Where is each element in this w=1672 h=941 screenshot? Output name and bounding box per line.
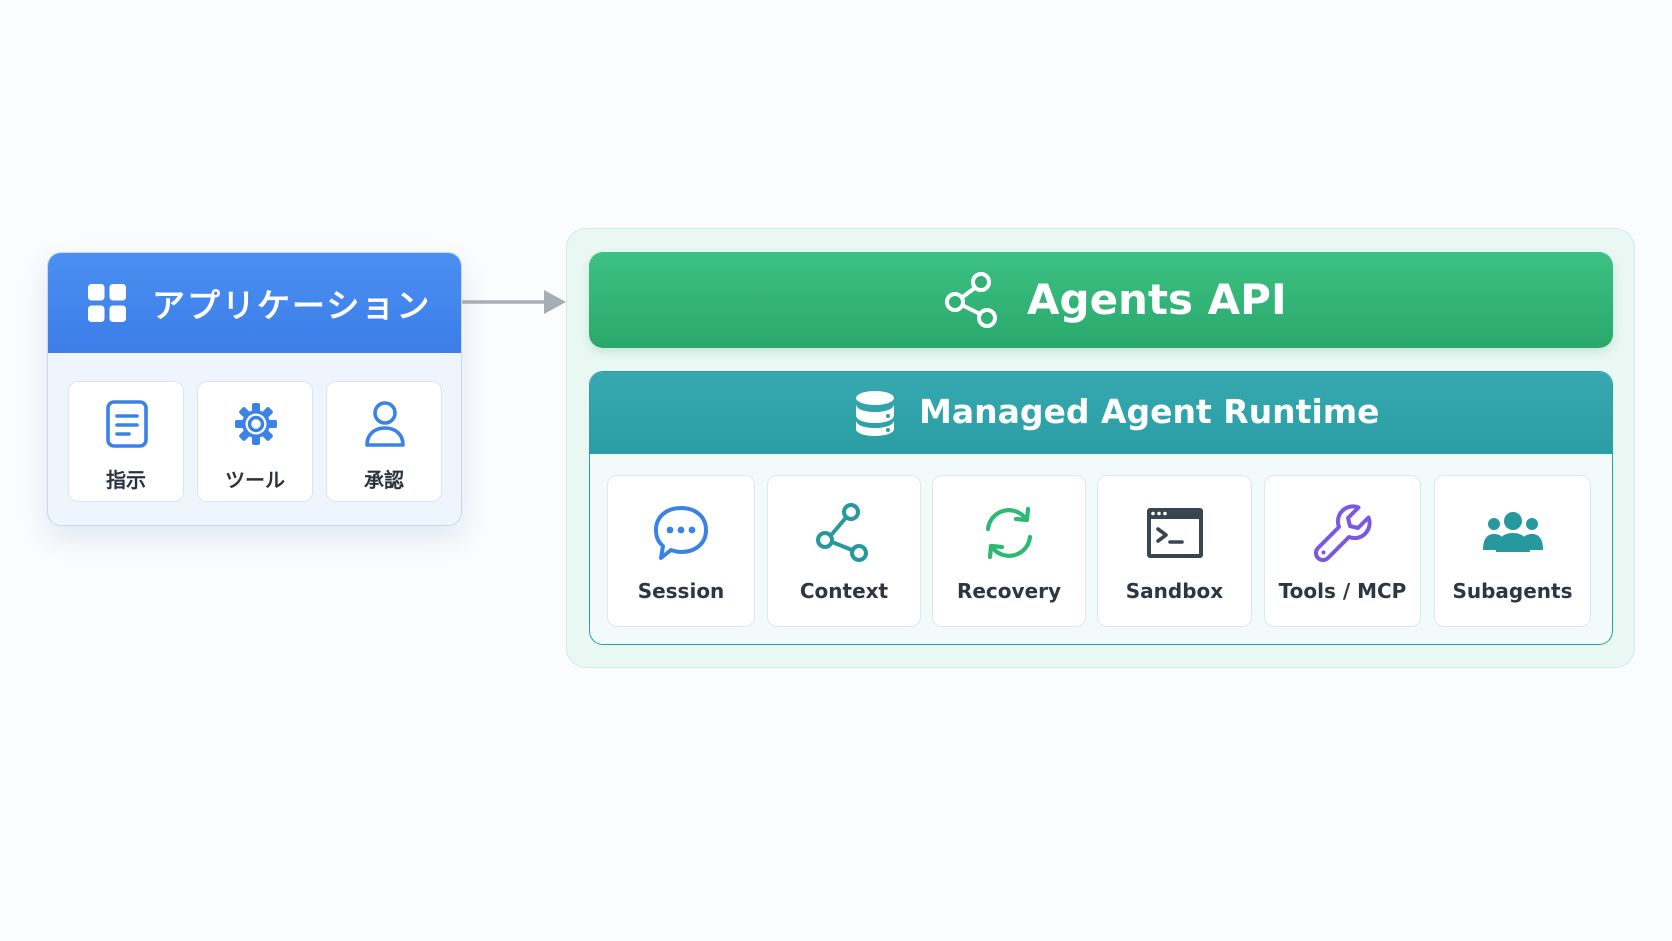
share-icon xyxy=(945,272,997,328)
document-icon xyxy=(106,400,148,448)
application-panel: アプリケーション 指示 ツール 承認 xyxy=(47,252,462,526)
wrench-icon xyxy=(1313,504,1372,563)
sandbox-tile[interactable]: Sandbox xyxy=(1097,475,1252,627)
application-title: アプリケーション xyxy=(152,286,432,325)
approval-tile[interactable]: 承認 xyxy=(326,381,442,502)
application-items: 指示 ツール 承認 xyxy=(68,381,442,502)
recovery-label: Recovery xyxy=(956,579,1062,603)
sandbox-label: Sandbox xyxy=(1125,579,1224,603)
refresh-icon xyxy=(985,506,1033,560)
application-header: アプリケーション xyxy=(48,253,461,353)
session-label: Session xyxy=(637,579,725,603)
instruction-label: 指示 xyxy=(106,468,146,492)
context-tile[interactable]: Context xyxy=(767,475,921,627)
grid-icon xyxy=(88,284,126,322)
instruction-tile[interactable]: 指示 xyxy=(68,381,184,502)
share-nodes-icon xyxy=(816,503,868,562)
tools-mcp-tile[interactable]: Tools / MCP xyxy=(1264,475,1421,627)
terminal-icon xyxy=(1146,508,1203,558)
subagents-label: Subagents xyxy=(1452,579,1573,603)
user-icon xyxy=(365,401,405,447)
users-icon xyxy=(1482,512,1543,552)
session-tile[interactable]: Session xyxy=(607,475,755,627)
tools-mcp-label: Tools / MCP xyxy=(1278,579,1407,603)
database-icon xyxy=(856,391,894,436)
runtime-title: Managed Agent Runtime xyxy=(919,392,1380,431)
chat-bubble-icon xyxy=(654,506,708,560)
agents-api-title: Agents API xyxy=(1027,275,1287,324)
gear-icon xyxy=(235,403,277,445)
recovery-tile[interactable]: Recovery xyxy=(932,475,1086,627)
connector-arrow xyxy=(462,290,566,314)
approval-label: 承認 xyxy=(364,468,404,492)
agents-api-bar[interactable]: Agents API xyxy=(589,252,1613,348)
tool-label: ツール xyxy=(225,468,285,492)
context-label: Context xyxy=(799,579,889,603)
runtime-header: Managed Agent Runtime xyxy=(590,372,1612,454)
tool-tile[interactable]: ツール xyxy=(197,381,313,502)
subagents-tile[interactable]: Subagents xyxy=(1434,475,1591,627)
